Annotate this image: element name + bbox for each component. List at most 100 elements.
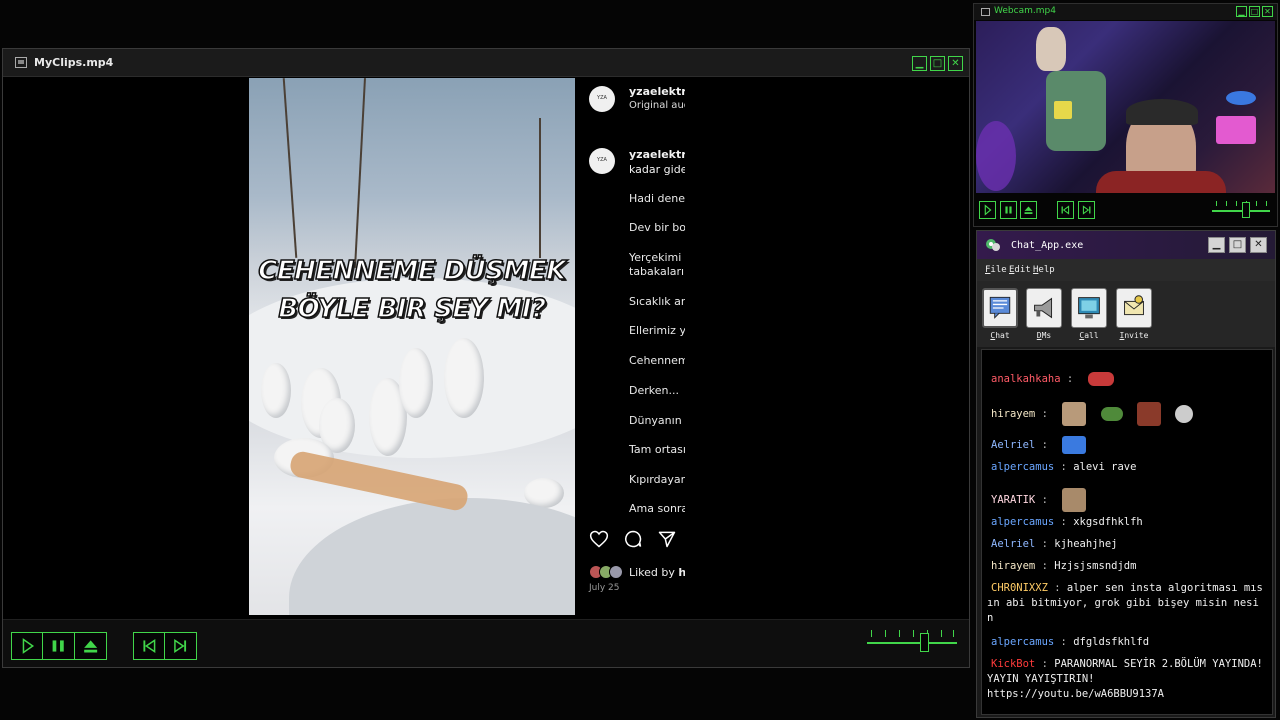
chat-message-list[interactable]: analkahkaha : hirayem : Aelriel : alperc… xyxy=(981,349,1273,715)
video-frame[interactable]: CEHENNEME DÜŞMEK BÖYLE BIR ŞEY MI? xyxy=(249,78,575,615)
monitor-icon xyxy=(981,8,990,16)
chat-toolbar: Chat DMs Call Invite xyxy=(977,281,1275,347)
chat-username[interactable]: alpercamus xyxy=(991,461,1054,473)
monitor-icon xyxy=(15,57,27,68)
ig-username[interactable]: yzaelektror xyxy=(629,85,685,98)
minimize-button[interactable]: ▁ xyxy=(912,56,927,71)
play-icon xyxy=(22,638,35,654)
avatar-label: YZA xyxy=(597,157,607,163)
mail-icon xyxy=(1124,295,1144,316)
chat-separator: : xyxy=(1060,461,1067,473)
maximize-button[interactable]: □ xyxy=(930,56,945,71)
next-button[interactable] xyxy=(1078,201,1095,219)
ig-caption-line: Kıpırdayam xyxy=(629,473,685,486)
ig-comment-username[interactable]: yzaelektror xyxy=(629,148,685,161)
ig-caption-line: Derken... xyxy=(629,384,679,397)
previous-button[interactable] xyxy=(134,633,166,659)
volume-tick xyxy=(1236,201,1237,206)
maximize-button[interactable]: □ xyxy=(1229,237,1246,253)
volume-track xyxy=(1212,210,1270,212)
tab-chat[interactable] xyxy=(982,288,1018,328)
player-title: MyClips.mp4 xyxy=(34,56,114,69)
chat-username[interactable]: hirayem xyxy=(991,560,1035,572)
ig-audio[interactable]: Original audi xyxy=(629,100,685,111)
chat-username[interactable]: alpercamus xyxy=(991,516,1054,528)
video-scene-mound xyxy=(289,498,575,615)
volume-tick xyxy=(899,630,900,637)
chat-username[interactable]: KickBot xyxy=(991,658,1035,670)
play-icon xyxy=(984,204,992,216)
face-emote-icon xyxy=(1062,402,1087,426)
ig-likes[interactable]: Liked by h xyxy=(589,565,685,579)
skip-back-icon xyxy=(1061,205,1070,215)
ig-caption-line: Tam ortası. xyxy=(629,443,685,456)
close-button[interactable]: ✕ xyxy=(1250,237,1267,253)
instagram-side-panel: YZA yzaelektror Original audi YZA yzaele… xyxy=(575,78,685,615)
chat-app-window: Chat_App.exe ▁ □ ✕ File Edit Help Chat D… xyxy=(976,230,1276,718)
eject-button[interactable] xyxy=(1020,201,1037,219)
volume-thumb[interactable] xyxy=(920,633,929,652)
pause-button[interactable] xyxy=(1000,201,1017,219)
volume-tick xyxy=(871,630,872,637)
skip-forward-icon xyxy=(174,639,187,653)
next-button[interactable] xyxy=(165,633,196,659)
play-button[interactable] xyxy=(12,633,44,659)
chat-username[interactable]: YARATIK xyxy=(991,494,1035,506)
avatar[interactable]: YZA xyxy=(589,86,615,112)
volume-tick xyxy=(953,630,954,637)
close-button[interactable]: ✕ xyxy=(948,56,963,71)
previous-button[interactable] xyxy=(1057,201,1074,219)
player-titlebar[interactable]: MyClips.mp4 ▁ □ ✕ xyxy=(3,49,969,77)
volume-tick xyxy=(1266,201,1267,206)
play-button[interactable] xyxy=(979,201,996,219)
liked-by-prefix: Liked by xyxy=(629,565,679,579)
volume-slider[interactable] xyxy=(867,630,957,656)
chat-message: Aelriel : kjheahjhej xyxy=(991,537,1271,552)
webcam-title: Webcam.mp4 xyxy=(994,6,1056,16)
helmet-figure xyxy=(1036,27,1066,71)
heart-icon[interactable] xyxy=(589,529,609,549)
eject-button[interactable] xyxy=(75,633,106,659)
comment-icon[interactable] xyxy=(623,529,643,549)
radiation-sign xyxy=(1054,101,1072,119)
tab-call-label: Call xyxy=(1079,331,1099,340)
chat-username[interactable]: alpercamus xyxy=(991,636,1054,648)
tab-invite[interactable] xyxy=(1116,288,1152,328)
volume-slider[interactable] xyxy=(1212,198,1270,222)
avatar[interactable]: YZA xyxy=(589,148,615,174)
close-button[interactable]: ✕ xyxy=(1262,6,1273,17)
neon-light xyxy=(976,121,1016,191)
ig-caption-line: Dev bir bor xyxy=(629,221,685,234)
menu-file[interactable]: File xyxy=(985,265,1007,275)
tab-dms-label: DMs xyxy=(1036,331,1052,340)
chat-logo-icon xyxy=(986,239,1000,251)
webcam-titlebar[interactable]: Webcam.mp4 ▁ □ ✕ xyxy=(974,4,1277,20)
chat-text: dfgldsfkhlfd xyxy=(1073,636,1150,648)
minimize-button[interactable]: ▁ xyxy=(1236,6,1247,17)
volume-thumb[interactable] xyxy=(1242,202,1250,218)
chat-separator: : xyxy=(1066,373,1074,385)
tab-call[interactable] xyxy=(1071,288,1107,328)
menu-edit[interactable]: Edit xyxy=(1009,265,1031,275)
chat-username[interactable]: Aelriel xyxy=(991,538,1035,550)
neon-screen xyxy=(1216,116,1256,144)
chat-message: alpercamus : dfgldsfkhlfd xyxy=(991,635,1271,650)
chat-separator: : xyxy=(1054,582,1061,594)
chat-message: analkahkaha : xyxy=(991,372,1271,387)
neon-screen xyxy=(1226,91,1256,105)
chat-username[interactable]: hirayem xyxy=(991,408,1035,420)
webcam-window: Webcam.mp4 ▁ □ ✕ xyxy=(973,3,1278,227)
pause-button[interactable] xyxy=(43,633,75,659)
share-icon[interactable] xyxy=(657,529,677,549)
chat-username[interactable]: CHR0NIXXZ xyxy=(991,582,1048,594)
minimize-button[interactable]: ▁ xyxy=(1208,237,1225,253)
chat-titlebar[interactable]: Chat_App.exe ▁ □ ✕ xyxy=(977,231,1275,259)
ig-caption-line: Sıcaklık art xyxy=(629,295,685,308)
tab-dms[interactable] xyxy=(1026,288,1062,328)
maximize-button[interactable]: □ xyxy=(1249,6,1260,17)
menu-help[interactable]: Help xyxy=(1033,265,1055,275)
chat-username[interactable]: analkahkaha xyxy=(991,373,1061,385)
chat-username[interactable]: Aelriel xyxy=(991,439,1035,451)
ig-caption-line: Cehennem xyxy=(629,354,685,367)
volume-tick xyxy=(941,630,942,637)
